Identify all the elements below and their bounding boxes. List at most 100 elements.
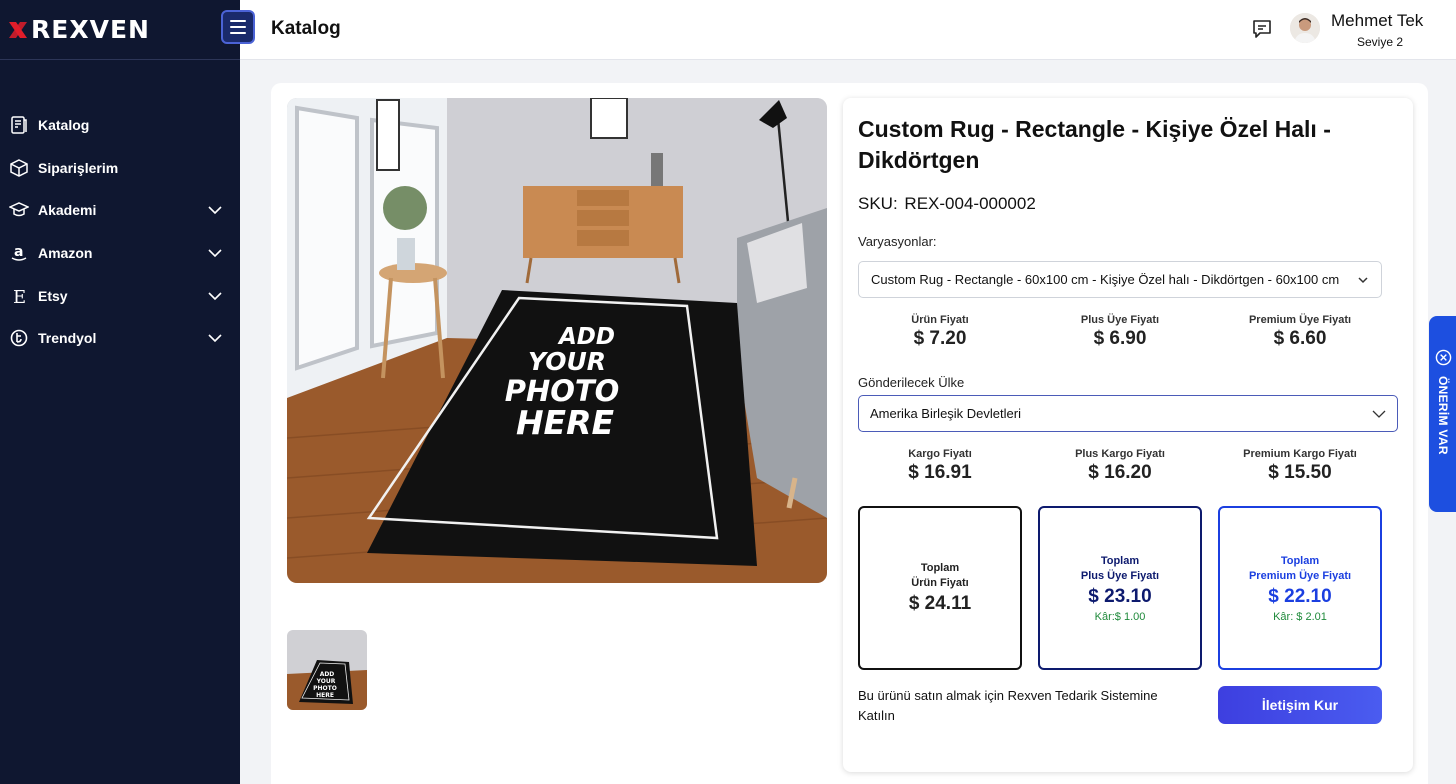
product-title: Custom Rug - Rectangle - Kişiye Özel Hal… — [858, 116, 1331, 173]
sidebar-nav: Katalog Siparişlerim Akademi a Amazon E — [0, 104, 240, 360]
close-circle-icon[interactable] — [1435, 349, 1452, 366]
shipping-plus: Plus Kargo Fiyatı $ 16.20 — [1038, 448, 1202, 484]
logo-bar: REXVEN — [0, 0, 240, 60]
price-label: Plus Üye Fiyatı — [1080, 314, 1160, 326]
total-label-line1: Toplam — [1100, 554, 1140, 567]
sku-line: SKU: REX-004-000002 — [858, 194, 1036, 214]
suggestion-tab-label: ÖNERİM VAR — [1436, 376, 1450, 455]
shipping-value: $ 15.50 — [1268, 462, 1332, 483]
price-value: $ 7.20 — [913, 328, 967, 349]
user-name[interactable]: Mehmet Tek — [1331, 11, 1423, 31]
shipping-premium: Premium Kargo Fiyatı $ 15.50 — [1218, 448, 1382, 484]
sidebar-item-label: Siparişlerim — [38, 159, 119, 176]
chevron-down-icon — [1358, 277, 1368, 284]
chevron-down-icon — [208, 249, 222, 258]
sidebar-item-label: Akademi — [38, 202, 97, 219]
shipping-urun: Kargo Fiyatı $ 16.91 — [858, 448, 1022, 484]
price-value: $ 6.90 — [1093, 328, 1147, 349]
svg-text:a: a — [14, 244, 23, 260]
price-label: Ürün Fiyatı — [911, 314, 969, 326]
sidebar-item-trendyol[interactable]: Trendyol — [0, 317, 240, 360]
total-label-line2: Ürün Fiyatı — [911, 577, 969, 589]
shipping-value: $ 16.20 — [1088, 462, 1152, 483]
price-urun: Ürün Fiyatı $ 7.20 — [858, 314, 1022, 350]
thumb-text-line-2: YOUR — [316, 678, 336, 685]
total-box-urun[interactable]: Toplam Ürün Fiyatı $ 24.11 — [858, 506, 1022, 670]
join-system-text: Bu ürünü satın almak için Rexven Tedarik… — [858, 688, 1158, 723]
country-label: Gönderilecek Ülke — [858, 375, 965, 390]
sidebar-item-label: Amazon — [38, 245, 93, 262]
graduation-cap-icon — [8, 199, 30, 221]
sidebar-item-amazon[interactable]: a Amazon — [0, 232, 240, 275]
rug-text-line-4: HERE — [516, 403, 615, 442]
total-label-line2: Premium Üye Fiyatı — [1248, 569, 1352, 582]
hamburger-line — [230, 32, 246, 34]
rexven-logo-mark-icon — [9, 21, 27, 38]
catalog-icon — [8, 114, 30, 136]
total-box-plus[interactable]: Toplam Plus Üye Fiyatı $ 23.10 Kâr:$ 1.0… — [1038, 506, 1202, 670]
page-title: Katalog — [271, 18, 341, 39]
product-thumbnail[interactable]: ADD YOUR PHOTO HERE — [287, 630, 367, 710]
total-value: $ 24.11 — [908, 593, 972, 614]
user-level: Seviye 2 — [1357, 35, 1404, 49]
chevron-down-icon — [208, 334, 222, 343]
profit-value: Kâr:$ 1.00 — [1094, 610, 1146, 623]
variations-label: Varyasyonlar: — [858, 234, 937, 249]
user-avatar-icon — [1290, 13, 1320, 43]
total-value: $ 23.10 — [1088, 585, 1152, 607]
total-label-line1: Toplam — [1280, 554, 1320, 567]
price-premium: Premium Üye Fiyatı $ 6.60 — [1218, 314, 1382, 350]
thumb-text-line-1: ADD — [320, 671, 335, 678]
rug-room-scene-image: ADD YOUR PHOTO HERE — [287, 98, 827, 583]
total-value: $ 22.10 — [1268, 585, 1332, 607]
hamburger-line — [230, 20, 246, 22]
country-select[interactable]: Amerika Birleşik Devletleri — [858, 395, 1398, 432]
product-detail-card: Custom Rug - Rectangle - Kişiye Özel Hal… — [843, 98, 1413, 772]
avatar[interactable] — [1290, 13, 1320, 43]
box-icon — [8, 157, 30, 179]
sidebar-item-label: Katalog — [38, 117, 90, 134]
country-selected-value: Amerika Birleşik Devletleri — [870, 406, 1021, 421]
amazon-icon: a — [8, 242, 30, 264]
sidebar: REXVEN Katalog Siparişlerim Akademi a Am… — [0, 0, 240, 784]
total-label-line2: Plus Üye Fiyatı — [1080, 569, 1160, 582]
price-plus: Plus Üye Fiyatı $ 6.90 — [1038, 314, 1202, 350]
rug-text-line-2: YOUR — [528, 347, 606, 376]
top-bar: Katalog Mehmet Tek Seviye 2 — [240, 0, 1456, 60]
total-box-premium[interactable]: Toplam Premium Üye Fiyatı $ 22.10 Kâr: $… — [1218, 506, 1382, 670]
hamburger-menu-button[interactable] — [221, 10, 255, 44]
chevron-down-icon — [208, 292, 222, 300]
variation-selected-value: Custom Rug - Rectangle - 60x100 cm - Kiş… — [871, 272, 1340, 287]
chevron-down-icon — [1372, 410, 1386, 418]
trendyol-icon — [8, 327, 30, 349]
thumb-text-line-4: HERE — [316, 692, 334, 699]
shipping-label: Kargo Fiyatı — [908, 448, 972, 460]
sku-label: SKU: — [858, 194, 898, 213]
shipping-value: $ 16.91 — [908, 462, 972, 483]
hamburger-line — [230, 26, 246, 28]
chevron-down-icon — [208, 206, 222, 215]
sidebar-item-katalog[interactable]: Katalog — [0, 104, 240, 147]
suggestion-side-tab[interactable]: ÖNERİM VAR — [1429, 316, 1456, 512]
sidebar-item-label: Trendyol — [38, 330, 97, 347]
sidebar-item-etsy[interactable]: E Etsy — [0, 274, 240, 317]
etsy-icon: E — [8, 285, 30, 307]
variation-select[interactable]: Custom Rug - Rectangle - 60x100 cm - Kiş… — [858, 261, 1382, 298]
price-value: $ 6.60 — [1273, 328, 1327, 349]
total-label-line1: Toplam — [920, 562, 960, 574]
thumb-text-line-3: PHOTO — [313, 685, 337, 692]
profit-value: Kâr: $ 2.01 — [1273, 610, 1327, 623]
shipping-label: Plus Kargo Fiyatı — [1075, 448, 1165, 460]
brand-name: REXVEN — [31, 15, 150, 44]
svg-text:E: E — [13, 287, 26, 306]
contact-button[interactable]: İletişim Kur — [1218, 686, 1382, 724]
thumbnail-image: ADD YOUR PHOTO HERE — [287, 630, 367, 710]
rexven-logo[interactable]: REXVEN — [7, 15, 150, 44]
chat-icon[interactable] — [1250, 17, 1274, 41]
price-label: Premium Üye Fiyatı — [1248, 314, 1352, 326]
sidebar-item-siparislerim[interactable]: Siparişlerim — [0, 147, 240, 190]
sidebar-item-akademi[interactable]: Akademi — [0, 189, 240, 232]
shipping-label: Premium Kargo Fiyatı — [1243, 448, 1357, 460]
product-main-image[interactable]: ADD YOUR PHOTO HERE — [287, 98, 827, 583]
sku-value: REX-004-000002 — [904, 194, 1036, 213]
